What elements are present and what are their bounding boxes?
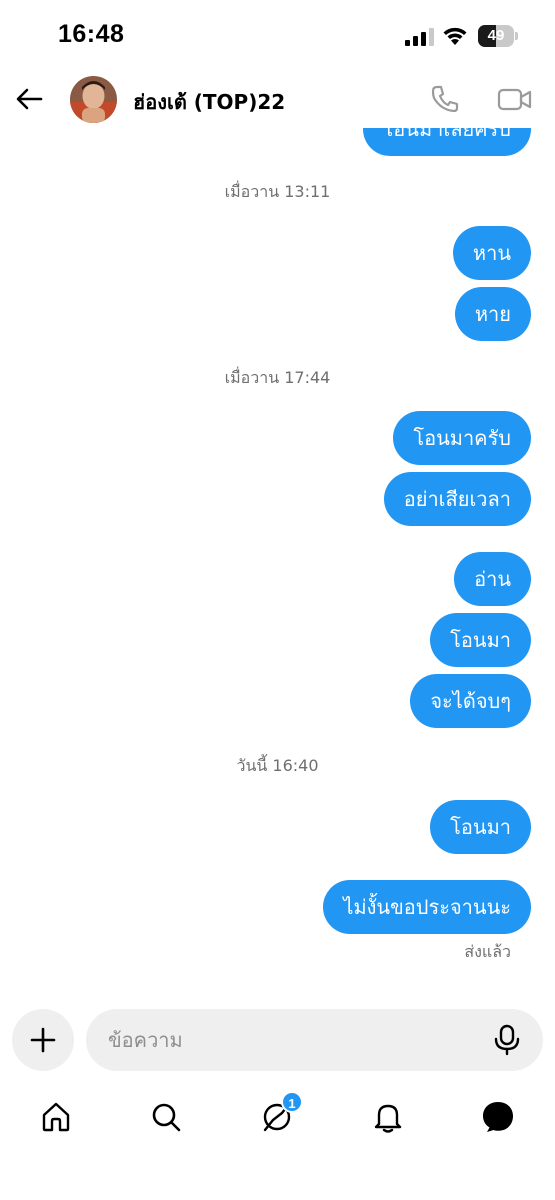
timestamp-label: วันนี้ 16:40 bbox=[236, 756, 319, 775]
contact-name[interactable]: ฮ่องเต้ (TOP)22 bbox=[133, 86, 285, 118]
message-input-container bbox=[86, 1009, 543, 1071]
cellular-signal-icon bbox=[405, 28, 434, 46]
battery-indicator: 49 bbox=[478, 25, 518, 47]
nav-threads[interactable]: 1 bbox=[257, 1091, 303, 1137]
chat-header: ฮ่องเต้ (TOP)22 bbox=[0, 70, 555, 128]
back-arrow-icon bbox=[16, 88, 43, 110]
search-icon bbox=[152, 1103, 181, 1132]
wifi-icon bbox=[443, 27, 467, 45]
contact-avatar[interactable] bbox=[70, 76, 117, 123]
video-call-button[interactable] bbox=[496, 82, 534, 116]
message-bubble[interactable]: โอนมาครับ bbox=[393, 411, 531, 465]
nav-home[interactable] bbox=[36, 1097, 76, 1137]
chat-icon bbox=[483, 1102, 513, 1132]
message-thread[interactable]: โอนมาเลยครับ เมื่อวาน 13:11 หาน หาย เมื่… bbox=[0, 128, 555, 998]
add-attachment-button[interactable] bbox=[12, 1009, 74, 1071]
message-bubble[interactable]: โอนมาเลยครับ bbox=[362, 128, 531, 156]
home-icon bbox=[42, 1102, 70, 1132]
battery-level: 49 bbox=[487, 27, 505, 44]
plus-icon bbox=[30, 1027, 56, 1053]
message-composer bbox=[0, 1005, 555, 1075]
message-bubble[interactable]: จะได้จบๆ bbox=[410, 674, 531, 728]
nav-notifications[interactable] bbox=[368, 1097, 408, 1137]
message-input[interactable] bbox=[108, 1009, 468, 1071]
voice-call-button[interactable] bbox=[428, 82, 462, 116]
message-bubble[interactable]: โอนมา bbox=[430, 800, 531, 854]
voice-message-button[interactable] bbox=[490, 1023, 524, 1057]
notification-badge: 1 bbox=[281, 1091, 303, 1113]
message-bubble[interactable]: ไม่งั้นขอประจานนะ bbox=[323, 880, 531, 934]
microphone-icon bbox=[494, 1024, 520, 1056]
message-bubble[interactable]: อย่าเสียเวลา bbox=[383, 472, 531, 526]
bottom-navigation: 1 bbox=[0, 1085, 555, 1155]
seen-status: ส่งแล้ว bbox=[464, 942, 511, 961]
nav-search[interactable] bbox=[146, 1097, 186, 1137]
phone-icon bbox=[431, 85, 459, 113]
timestamp-label: เมื่อวาน 17:44 bbox=[224, 368, 331, 387]
back-button[interactable] bbox=[12, 82, 46, 116]
message-bubble[interactable]: หาย bbox=[454, 287, 531, 341]
video-camera-icon bbox=[497, 88, 532, 111]
message-bubble[interactable]: อ่าน bbox=[454, 552, 531, 606]
timestamp-label: เมื่อวาน 13:11 bbox=[224, 182, 331, 201]
bell-icon bbox=[374, 1104, 402, 1133]
status-bar: 16:48 49 bbox=[0, 0, 555, 70]
nav-messages[interactable] bbox=[478, 1097, 518, 1137]
message-bubble[interactable]: หาน bbox=[452, 226, 531, 280]
message-bubble[interactable]: โอนมา bbox=[430, 613, 531, 667]
status-time: 16:48 bbox=[58, 20, 125, 48]
